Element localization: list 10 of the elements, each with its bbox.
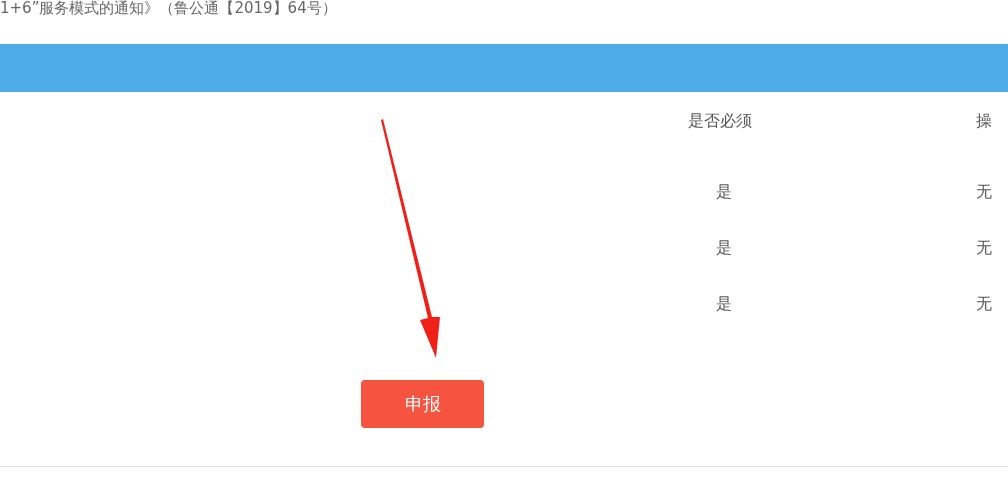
column-header: 是否必须 (688, 110, 753, 132)
submit-button[interactable]: 申报 (361, 380, 484, 428)
column-header: 操 (976, 110, 992, 132)
table-cell: 无 (976, 181, 992, 203)
notice-text: 1+6”服务模式的通知》（鲁公通【2019】64号） (0, 0, 338, 16)
table-cell-text: 是 (715, 293, 733, 315)
table-cell-text: 是 (715, 181, 733, 203)
table-cell: 无 (976, 293, 992, 315)
table-cell-text: 是 (715, 237, 733, 259)
table-cell: 无 (976, 237, 992, 259)
